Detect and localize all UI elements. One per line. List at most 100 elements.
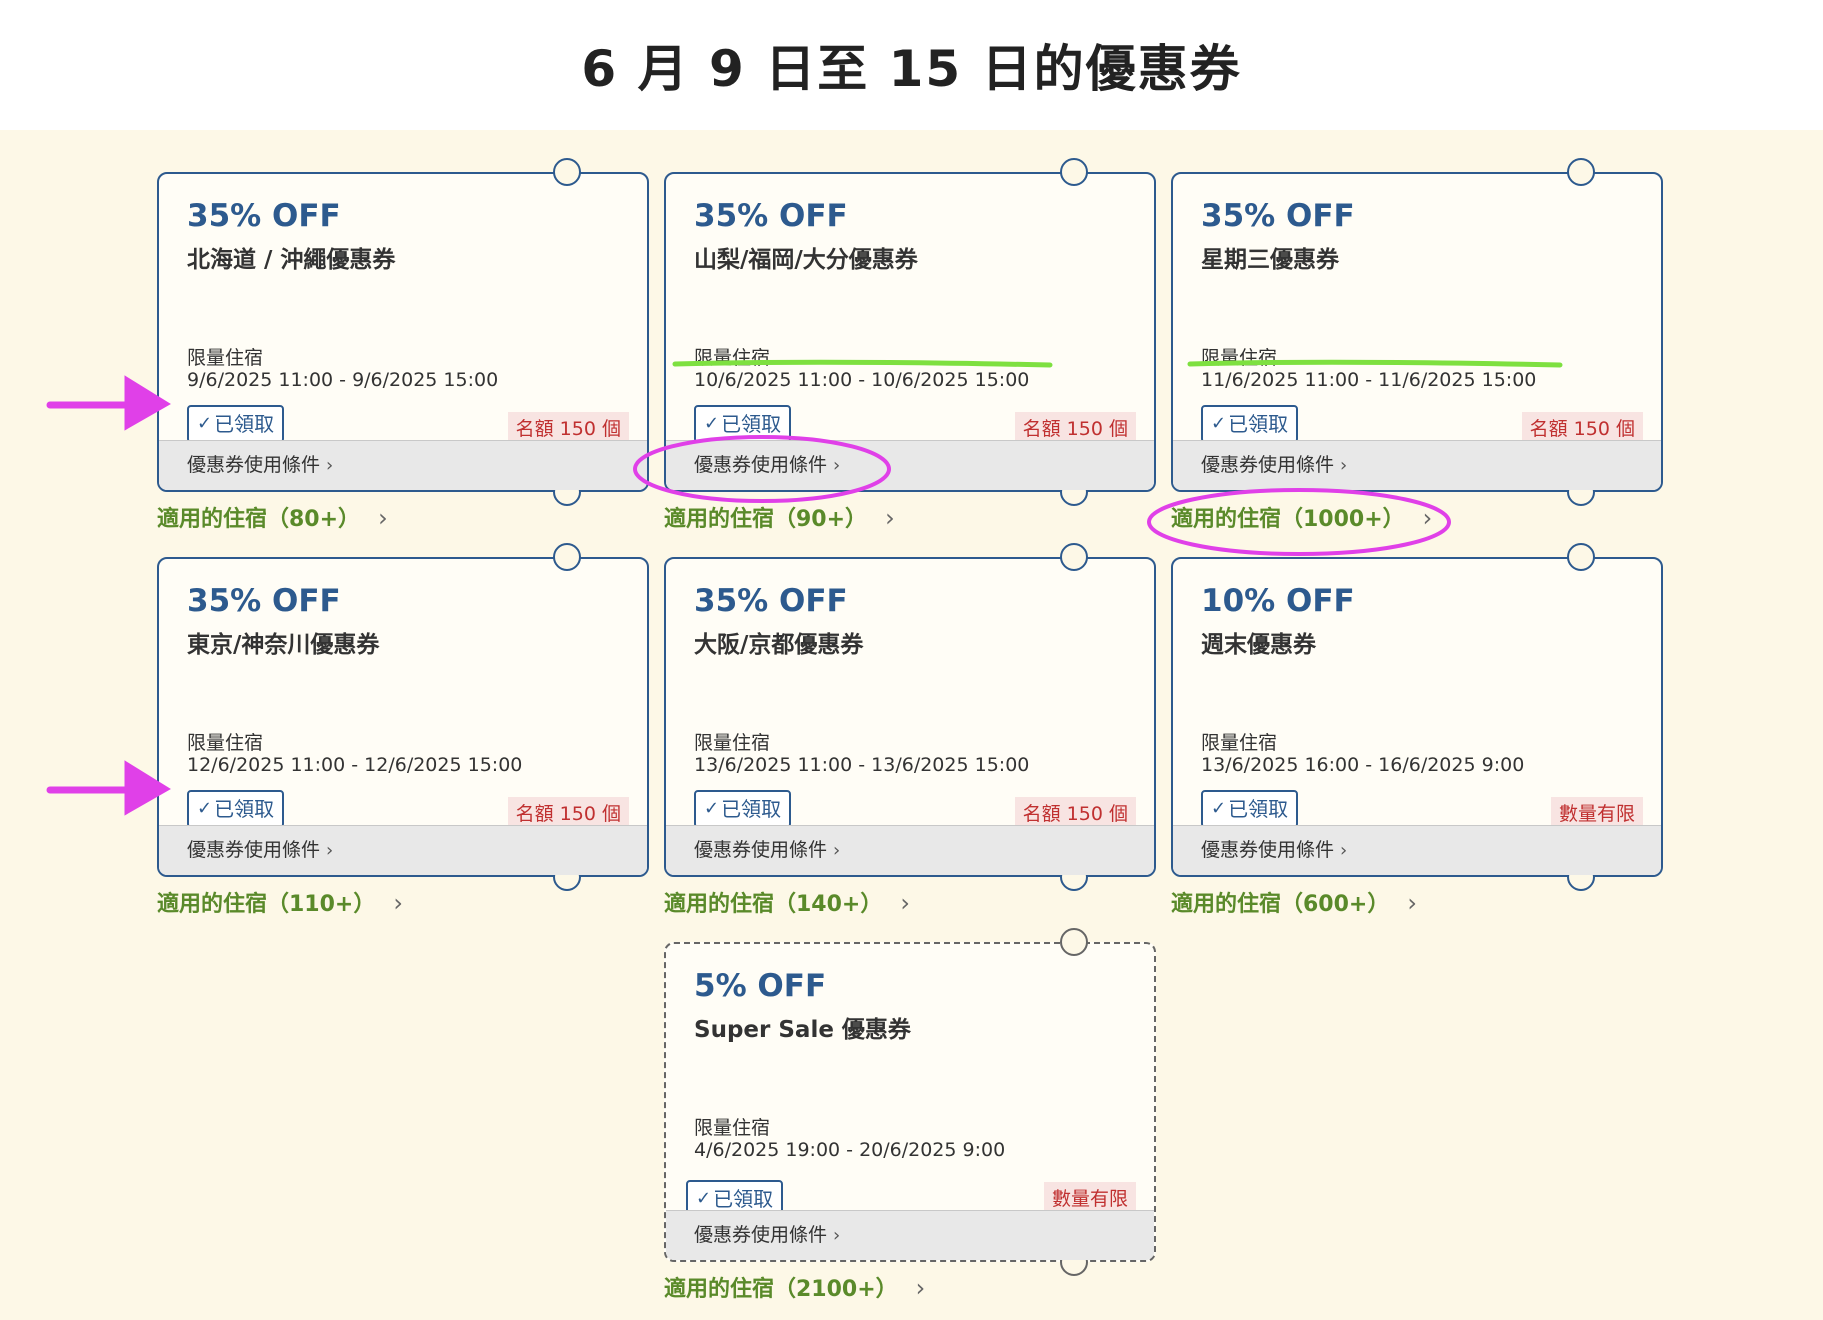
claimed-button[interactable]: ✓ 已領取 [694,790,792,828]
terms-link[interactable]: 優惠券使用條件 › [666,440,1154,490]
terms-link[interactable]: 優惠券使用條件 › [1173,440,1661,490]
chevron-right-icon: › [833,455,841,476]
coupon-type: 限量住宿 [694,347,771,369]
coupon-body: 10% OFF 週末優惠券 限量住宿 13/6/2025 16:00 - 16/… [1201,583,1643,833]
applicable-label: 適用的住宿（600+） [1171,892,1390,917]
chevron-right-icon: › [1422,504,1433,532]
applicable-label: 適用的住宿（90+） [664,507,868,532]
coupon-card-wrapper: 35% OFF 東京/神奈川優惠券 限量住宿 12/6/2025 11:00 -… [157,543,649,921]
coupon-card[interactable]: 35% OFF 大阪/京都優惠券 限量住宿 13/6/2025 11:00 - … [664,543,1156,891]
coupon-card-wrapper: 10% OFF 週末優惠券 限量住宿 13/6/2025 16:00 - 16/… [1171,543,1663,921]
quota-badge: 名額 150 個 [1014,412,1136,443]
arrow-annotation [46,375,171,431]
coupon-period: 11/6/2025 11:00 - 11/6/2025 15:00 [1201,369,1537,391]
terms-link[interactable]: 優惠券使用條件 › [666,1210,1154,1260]
discount-label: 10% OFF [1201,583,1355,619]
coupon-title: 星期三優惠券 [1201,247,1339,273]
terms-label: 優惠券使用條件 [694,454,828,476]
chevron-right-icon: › [326,840,334,861]
discount-label: 35% OFF [694,198,848,234]
coupon-card-wrapper: 35% OFF 大阪/京都優惠券 限量住宿 13/6/2025 11:00 - … [664,543,1156,921]
applicable-properties-link[interactable]: 適用的住宿（90+） › [664,502,1156,536]
claimed-button[interactable]: ✓ 已領取 [187,405,285,443]
chevron-right-icon: › [900,889,910,917]
coupon-period: 10/6/2025 11:00 - 10/6/2025 15:00 [694,369,1030,391]
claimed-button[interactable]: ✓ 已領取 [694,405,792,443]
chevron-right-icon: › [1407,889,1417,917]
quota-badge: 名額 150 個 [507,797,629,828]
applicable-label: 適用的住宿（80+） [157,507,361,532]
quota-badge: 數量有限 [1550,797,1643,828]
coupon-body: 35% OFF 星期三優惠券 限量住宿 11/6/2025 11:00 - 11… [1201,198,1643,448]
terms-link[interactable]: 優惠券使用條件 › [666,825,1154,875]
claimed-button[interactable]: ✓ 已領取 [187,790,285,828]
chevron-right-icon: › [915,1274,926,1302]
chevron-right-icon: › [393,889,403,917]
coupon-type: 限量住宿 [187,732,264,754]
ticket-notch [1567,543,1595,571]
claimed-button[interactable]: ✓ 已領取 [1201,405,1299,443]
applicable-properties-link[interactable]: 適用的住宿（140+） › [664,887,1156,921]
chevron-right-icon: › [833,840,841,861]
coupon-type: 限量住宿 [1201,732,1278,754]
terms-link[interactable]: 優惠券使用條件 › [159,825,647,875]
quota-badge: 數量有限 [1043,1182,1136,1213]
claimed-label: 已領取 [1228,412,1289,436]
coupon-period: 13/6/2025 11:00 - 13/6/2025 15:00 [694,754,1030,776]
applicable-properties-link[interactable]: 適用的住宿（80+） › [157,502,649,536]
coupon-type: 限量住宿 [1201,347,1278,369]
terms-link[interactable]: 優惠券使用條件 › [159,440,647,490]
terms-link[interactable]: 優惠券使用條件 › [1173,825,1661,875]
quota-badge: 名額 150 個 [1014,797,1136,828]
check-icon: ✓ [704,798,720,819]
coupon-period: 12/6/2025 11:00 - 12/6/2025 15:00 [187,754,523,776]
coupon-card[interactable]: 35% OFF 星期三優惠券 限量住宿 11/6/2025 11:00 - 11… [1171,158,1663,506]
applicable-properties-link[interactable]: 適用的住宿（110+） › [157,887,649,921]
applicable-label: 適用的住宿（1000+） [1171,507,1405,532]
coupon-body: 35% OFF 大阪/京都優惠券 限量住宿 13/6/2025 11:00 - … [694,583,1136,833]
check-icon: ✓ [1211,413,1227,434]
claimed-label: 已領取 [1228,797,1289,821]
applicable-properties-link[interactable]: 適用的住宿（1000+） › [1171,502,1663,536]
coupon-title: 大阪/京都優惠券 [694,632,864,658]
check-icon: ✓ [197,798,213,819]
coupon-body: 35% OFF 東京/神奈川優惠券 限量住宿 12/6/2025 11:00 -… [187,583,629,833]
coupon-card[interactable]: 35% OFF 北海道 / 沖繩優惠券 限量住宿 9/6/2025 11:00 … [157,158,649,506]
coupon-card[interactable]: 10% OFF 週末優惠券 限量住宿 13/6/2025 16:00 - 16/… [1171,543,1663,891]
ticket-notch [1060,158,1088,186]
coupon-type: 限量住宿 [187,347,264,369]
chevron-right-icon: › [1340,455,1348,476]
claimed-label: 已領取 [214,412,275,436]
coupon-title: 週末優惠券 [1201,632,1316,658]
chevron-right-icon: › [885,504,895,532]
applicable-properties-link[interactable]: 適用的住宿（600+） › [1171,887,1663,921]
terms-label: 優惠券使用條件 [1201,839,1335,861]
chevron-right-icon: › [1340,840,1348,861]
coupon-card-wrapper: 35% OFF 星期三優惠券 限量住宿 11/6/2025 11:00 - 11… [1171,158,1663,536]
coupon-card[interactable]: 35% OFF 東京/神奈川優惠券 限量住宿 12/6/2025 11:00 -… [157,543,649,891]
page-title: 6 月 9 日至 15 日的優惠券 [581,40,1242,98]
applicable-label: 適用的住宿（2100+） [664,1277,898,1302]
claimed-label: 已領取 [214,797,275,821]
ticket-notch [1060,543,1088,571]
coupon-title: Super Sale 優惠券 [694,1017,911,1043]
coupon-period: 9/6/2025 11:00 - 9/6/2025 15:00 [187,369,499,391]
claimed-button[interactable]: ✓ 已領取 [1201,790,1299,828]
chevron-right-icon: › [326,455,334,476]
terms-label: 優惠券使用條件 [1201,454,1335,476]
page-header: 6 月 9 日至 15 日的優惠券 [0,0,1823,130]
applicable-label: 適用的住宿（140+） [664,892,883,917]
terms-label: 優惠券使用條件 [694,839,828,861]
coupon-card-wrapper: 5% OFF Super Sale 優惠券 限量住宿 4/6/2025 19:0… [664,928,1156,1306]
applicable-label: 適用的住宿（110+） [157,892,376,917]
quota-badge: 名額 150 個 [1521,412,1643,443]
coupon-period: 13/6/2025 16:00 - 16/6/2025 9:00 [1201,754,1525,776]
applicable-properties-link[interactable]: 適用的住宿（2100+） › [664,1272,1156,1306]
coupon-title: 北海道 / 沖繩優惠券 [187,247,396,273]
coupon-card[interactable]: 35% OFF 山梨/福岡/大分優惠券 限量住宿 10/6/2025 11:00… [664,158,1156,506]
check-icon: ✓ [1211,798,1227,819]
terms-label: 優惠券使用條件 [187,839,321,861]
coupon-card[interactable]: 5% OFF Super Sale 優惠券 限量住宿 4/6/2025 19:0… [664,928,1156,1276]
ticket-notch [553,543,581,571]
coupon-title: 山梨/福岡/大分優惠券 [694,247,918,273]
